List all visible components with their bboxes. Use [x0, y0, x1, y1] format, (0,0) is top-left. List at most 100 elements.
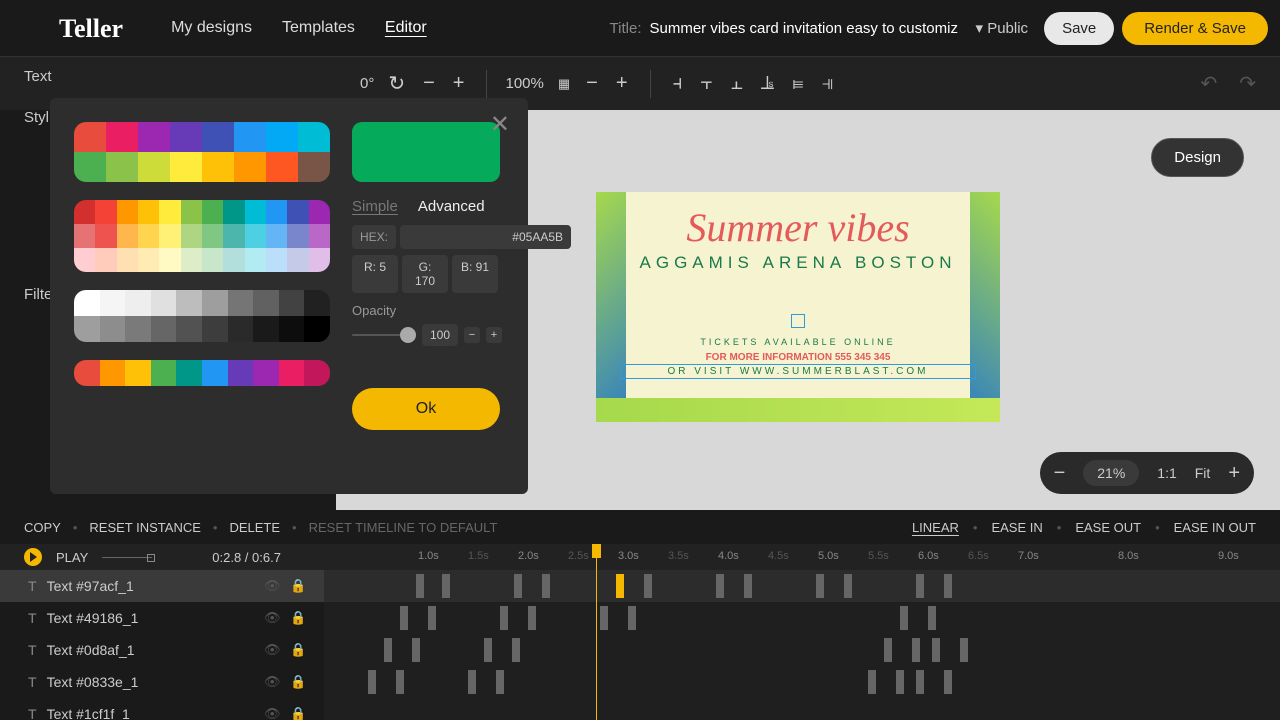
swatch[interactable]: [95, 224, 116, 248]
canvas-title[interactable]: Summer vibes: [626, 204, 970, 251]
palette-1[interactable]: [74, 122, 330, 182]
keyframe[interactable]: [496, 670, 504, 694]
ease-linear[interactable]: LINEAR: [912, 520, 959, 535]
swatch[interactable]: [287, 248, 308, 272]
keyframe[interactable]: [428, 606, 436, 630]
keyframe[interactable]: [628, 606, 636, 630]
palette-4[interactable]: [74, 360, 330, 386]
render-save-button[interactable]: Render & Save: [1122, 12, 1268, 45]
swatch[interactable]: [181, 248, 202, 272]
swatch[interactable]: [74, 360, 100, 386]
swatch[interactable]: [176, 290, 202, 316]
timeline-track[interactable]: TText #97acf_1👁🔒: [0, 570, 1280, 602]
keyframe[interactable]: [368, 670, 376, 694]
keyframe[interactable]: [600, 606, 608, 630]
zoom-in-icon[interactable]: +: [1228, 462, 1240, 485]
swatch[interactable]: [138, 200, 159, 224]
keyframe[interactable]: [928, 606, 936, 630]
swatch[interactable]: [202, 316, 228, 342]
zoom-fit[interactable]: Fit: [1195, 465, 1211, 481]
ease-in-out[interactable]: EASE IN OUT: [1174, 520, 1256, 535]
nav-my-designs[interactable]: My designs: [171, 19, 252, 37]
swatch[interactable]: [170, 152, 202, 182]
swatch[interactable]: [279, 290, 305, 316]
swatch[interactable]: [106, 122, 138, 152]
lock-icon[interactable]: 🔒: [290, 578, 306, 594]
swatch[interactable]: [223, 248, 244, 272]
swatch[interactable]: [304, 316, 330, 342]
keyframe[interactable]: [442, 574, 450, 598]
swatch[interactable]: [228, 290, 254, 316]
rotate-minus[interactable]: −: [419, 72, 439, 95]
swatch[interactable]: [266, 122, 298, 152]
lock-icon[interactable]: 🔒: [290, 706, 306, 720]
tab-advanced[interactable]: Advanced: [418, 198, 485, 215]
keyframe[interactable]: [716, 574, 724, 598]
swatch[interactable]: [266, 248, 287, 272]
swatch[interactable]: [159, 200, 180, 224]
swatch[interactable]: [100, 316, 126, 342]
align-left-icon[interactable]: ⫞: [669, 72, 687, 95]
swatch[interactable]: [100, 360, 126, 386]
keyframe[interactable]: [412, 638, 420, 662]
logo[interactable]: PixTeller: [12, 11, 131, 46]
swatch[interactable]: [138, 248, 159, 272]
keyframe[interactable]: [868, 670, 876, 694]
visibility-icon[interactable]: 👁: [264, 578, 281, 594]
swatch[interactable]: [138, 122, 170, 152]
swatch[interactable]: [202, 122, 234, 152]
timeline-track[interactable]: TText #1cf1f_1👁🔒: [0, 698, 1280, 720]
keyframe[interactable]: [932, 638, 940, 662]
tab-simple[interactable]: Simple: [352, 198, 398, 215]
swatch[interactable]: [202, 360, 228, 386]
zoom-out-icon[interactable]: −: [1054, 462, 1066, 485]
swatch[interactable]: [245, 248, 266, 272]
swatch[interactable]: [176, 360, 202, 386]
opacity-input[interactable]: 100: [422, 324, 458, 346]
swatch[interactable]: [125, 360, 151, 386]
swatch[interactable]: [304, 290, 330, 316]
swatch[interactable]: [228, 360, 254, 386]
opacity-plus[interactable]: +: [612, 72, 632, 95]
swatch[interactable]: [125, 316, 151, 342]
keyframe[interactable]: [744, 574, 752, 598]
opacity-slider[interactable]: [352, 334, 416, 336]
nav-templates[interactable]: Templates: [282, 19, 355, 37]
swatch[interactable]: [309, 224, 330, 248]
swatch[interactable]: [181, 200, 202, 224]
swatch[interactable]: [279, 316, 305, 342]
keyframe[interactable]: [542, 574, 550, 598]
lock-icon[interactable]: 🔒: [290, 674, 306, 690]
rotate-plus[interactable]: +: [449, 72, 469, 95]
swatch[interactable]: [100, 290, 126, 316]
swatch[interactable]: [117, 224, 138, 248]
visibility-icon[interactable]: 👁: [264, 674, 281, 690]
swatch[interactable]: [253, 316, 279, 342]
keyframe[interactable]: [916, 670, 924, 694]
align-center-h-icon[interactable]: ⫟: [697, 72, 717, 95]
keyframe[interactable]: [528, 606, 536, 630]
swatch[interactable]: [202, 290, 228, 316]
keyframe[interactable]: [816, 574, 824, 598]
swatch[interactable]: [253, 290, 279, 316]
keyframe[interactable]: [396, 670, 404, 694]
swatch[interactable]: [74, 200, 95, 224]
canvas-line1[interactable]: TICKETS AVAILABLE ONLINE: [700, 337, 895, 347]
swatch[interactable]: [298, 122, 330, 152]
public-dropdown[interactable]: ▾ Public: [968, 15, 1037, 41]
swatch[interactable]: [228, 316, 254, 342]
zoom-ratio[interactable]: 1:1: [1157, 465, 1176, 481]
keyframe[interactable]: [514, 574, 522, 598]
canvas-line2[interactable]: FOR MORE INFORMATION 555 345 345: [706, 352, 891, 363]
swatch[interactable]: [74, 152, 106, 182]
swatch[interactable]: [253, 360, 279, 386]
nav-editor[interactable]: Editor: [385, 19, 427, 37]
swatch[interactable]: [138, 152, 170, 182]
keyframe[interactable]: [468, 670, 476, 694]
keyframe[interactable]: [512, 638, 520, 662]
swatch[interactable]: [151, 316, 177, 342]
keyframe[interactable]: [884, 638, 892, 662]
swatch[interactable]: [170, 122, 202, 152]
timeline-ruler[interactable]: 1.0s2.0s3.0s4.0s5.0s6.0s7.0s8.0s9.0s1.5s…: [324, 544, 1280, 570]
align-right-icon[interactable]: ⫠: [727, 72, 747, 95]
